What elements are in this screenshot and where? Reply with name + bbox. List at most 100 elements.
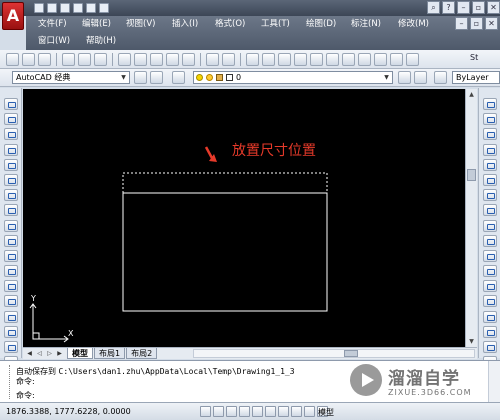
menu-file[interactable]: 文件(F) [38,18,82,31]
sheet-set-icon[interactable] [358,53,371,66]
help-tool-icon[interactable] [406,53,419,66]
plot-icon[interactable] [62,53,75,66]
copy-object-icon[interactable] [483,113,497,126]
prev-tab-icon[interactable]: ◁ [35,349,44,358]
last-tab-icon[interactable]: ▶ [55,349,64,358]
dynamic-input-icon[interactable] [291,406,302,417]
tab-model[interactable]: 模型 [67,348,93,359]
hatch-icon[interactable] [4,310,18,323]
layer-manager-icon[interactable] [172,71,185,84]
ellipse-icon[interactable] [4,234,18,247]
scroll-up-icon[interactable]: ▲ [467,90,476,99]
move-icon[interactable] [483,173,497,186]
grid-display-icon[interactable] [213,406,224,417]
scale-icon[interactable] [483,204,497,217]
join-icon[interactable] [483,295,497,308]
workspace-select[interactable]: AutoCAD 经典 ▼ [12,71,130,84]
array-icon[interactable] [483,158,497,171]
doc-close-icon[interactable]: ✕ [485,17,498,30]
drawing-area[interactable]: Y X 放置尺寸位置 [23,89,465,347]
zoom-previous-icon[interactable] [294,53,307,66]
dynamic-ucs-icon[interactable] [278,406,289,417]
menu-help[interactable]: 帮助(H) [86,35,134,48]
command-scrollbar[interactable] [488,361,500,403]
rotate-icon[interactable] [483,189,497,202]
break-icon[interactable] [483,280,497,293]
arc-icon[interactable] [4,173,18,186]
spline-icon[interactable] [4,219,18,232]
print-icon[interactable] [73,3,83,13]
design-center-icon[interactable] [326,53,339,66]
text-style-label[interactable]: St [470,53,478,62]
properties-icon[interactable] [310,53,323,66]
revision-cloud-icon[interactable] [4,204,18,217]
line-icon[interactable] [4,98,18,110]
offset-icon[interactable] [483,143,497,156]
zoom-window-icon[interactable] [278,53,291,66]
erase-icon[interactable] [483,98,497,110]
doc-restore-icon[interactable]: ▫ [470,17,483,30]
object-snap-icon[interactable] [252,406,263,417]
region-icon[interactable] [4,341,18,353]
cut-icon[interactable] [118,53,131,66]
break-at-point-icon[interactable] [483,265,497,278]
markup-icon[interactable] [374,53,387,66]
menu-view[interactable]: 视图(V) [126,18,172,31]
object-snap-tracking-icon[interactable] [265,406,276,417]
quickcalc-icon[interactable] [390,53,403,66]
ellipse-arc-icon[interactable] [4,249,18,262]
close-icon[interactable]: ✕ [487,1,500,14]
customize-icon[interactable] [150,71,163,84]
polar-tracking-icon[interactable] [239,406,250,417]
undo-icon[interactable] [86,3,96,13]
save-icon[interactable] [60,3,70,13]
linetype-select[interactable]: ByLayer [452,71,500,84]
redo-tool-icon[interactable] [222,53,235,66]
command-input-prompt[interactable]: 命令: [16,390,35,401]
tab-layout1[interactable]: 布局1 [94,348,126,359]
zoom-realtime-icon[interactable] [262,53,275,66]
ortho-mode-icon[interactable] [226,406,237,417]
vertical-scrollbar[interactable]: ▲ ▼ [465,89,477,347]
workspace-settings-icon[interactable] [134,71,147,84]
menu-format[interactable]: 格式(O) [215,18,261,31]
stretch-icon[interactable] [483,219,497,232]
color-control-icon[interactable] [434,71,447,84]
autocad-logo-icon[interactable]: A [2,2,24,30]
menu-insert[interactable]: 插入(I) [172,18,215,31]
scroll-thumb[interactable] [467,169,476,181]
first-tab-icon[interactable]: ◀ [25,349,34,358]
tool-palettes-icon[interactable] [342,53,355,66]
menu-tools[interactable]: 工具(T) [261,18,306,31]
new-file-icon[interactable] [34,3,44,13]
make-current-layer-icon[interactable] [398,71,411,84]
publish-icon[interactable] [94,53,107,66]
menu-window[interactable]: 窗口(W) [38,35,86,48]
make-block-icon[interactable] [4,280,18,293]
trim-icon[interactable] [483,234,497,247]
chamfer-icon[interactable] [483,310,497,323]
menu-draw[interactable]: 绘图(D) [306,18,351,31]
horizontal-scrollbar[interactable] [193,349,475,358]
search-icon[interactable]: ⌕ [427,1,440,14]
match-properties-icon[interactable] [166,53,179,66]
doc-minimize-icon[interactable]: – [455,17,468,30]
tab-layout2[interactable]: 布局2 [126,348,158,359]
insert-block-icon[interactable] [4,265,18,278]
menu-edit[interactable]: 编辑(E) [82,18,126,31]
minimize-icon[interactable]: – [457,1,470,14]
circle-icon[interactable] [4,189,18,202]
undo-tool-icon[interactable] [206,53,219,66]
cursor-coordinates[interactable]: 1876.3388, 1777.6228, 0.0000 [6,407,131,416]
gradient-icon[interactable] [4,325,18,338]
pan-icon[interactable] [246,53,259,66]
point-icon[interactable] [4,295,18,308]
help-icon[interactable]: ? [442,1,455,14]
rectangle-object[interactable] [122,192,328,312]
mirror-icon[interactable] [483,128,497,141]
open-icon[interactable] [22,53,35,66]
command-window[interactable]: 自动保存到 C:\Users\dan1.zhu\AppData\Local\Te… [0,360,500,403]
copy-icon[interactable] [134,53,147,66]
layer-select[interactable]: 0 ▼ [193,71,393,84]
snap-mode-icon[interactable] [200,406,211,417]
